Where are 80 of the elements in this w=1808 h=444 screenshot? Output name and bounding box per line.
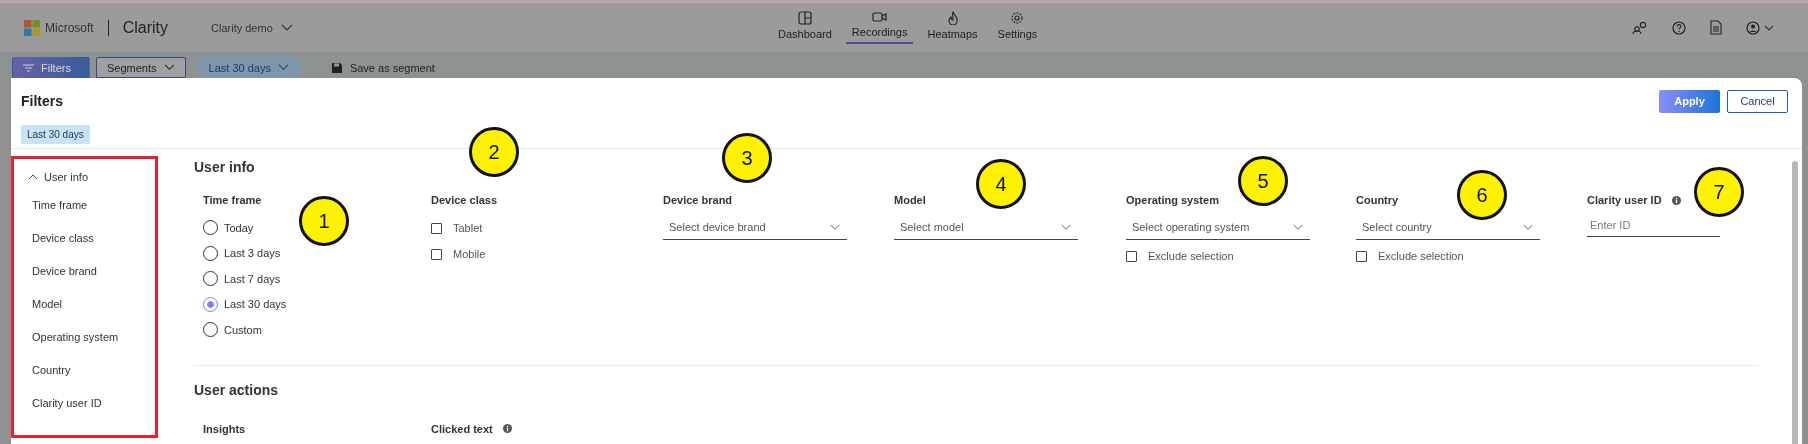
sidebar-group[interactable]: User info [28, 166, 155, 188]
annotation-marker: 7 [1694, 167, 1744, 217]
option-label: Last 30 days [224, 298, 287, 311]
option-label: Tablet [453, 222, 483, 234]
sidebar-item[interactable]: Clarity user ID [28, 386, 155, 419]
brand-name: Microsoft [45, 20, 94, 35]
sidebar-item[interactable]: Operating system [28, 320, 155, 353]
sidebar-item[interactable]: Device class [28, 221, 155, 254]
option-label: Exclude selection [1148, 250, 1234, 262]
info-icon[interactable] [502, 424, 512, 433]
nav-tab[interactable]: Dashboard [772, 9, 838, 44]
checkbox[interactable] [1126, 250, 1137, 262]
sidebar-item[interactable]: Model [28, 287, 155, 320]
microsoft-logo-icon [24, 19, 40, 36]
annotation-marker: 1 [299, 196, 349, 246]
option-label: Last 3 days [224, 247, 281, 260]
field-label: Model [894, 194, 926, 206]
field-label: Insights [203, 422, 246, 435]
dialog-title: Filters [21, 93, 63, 109]
sidebar-item[interactable]: Country [28, 353, 155, 386]
option-label: Exclude selection [1378, 250, 1464, 262]
account-icon[interactable] [1746, 20, 1776, 35]
save-segment-button[interactable]: Save as segment [319, 57, 446, 78]
chevron-icon [1292, 223, 1304, 231]
help-icon[interactable] [1672, 20, 1686, 35]
select-dropdown[interactable]: Select country [1356, 215, 1540, 240]
flame-icon [946, 11, 959, 25]
option-label: Custom [224, 323, 262, 336]
video-camera-icon [872, 11, 888, 23]
chevron-icon [829, 223, 841, 231]
chevron-icon [277, 64, 289, 71]
chevron-icon [163, 64, 175, 71]
field-label: Device brand [663, 194, 733, 206]
info-icon[interactable] [1671, 195, 1681, 205]
section-title: User info [194, 159, 255, 175]
sidebar-item[interactable]: Time frame [28, 188, 155, 221]
checkbox[interactable] [431, 222, 442, 234]
product-name: Clarity [122, 18, 169, 37]
filters-button[interactable]: Filters [12, 57, 90, 78]
document-icon[interactable] [1710, 20, 1722, 35]
date-range-dropdown[interactable]: Last 30 days [197, 57, 300, 78]
filter-chip[interactable]: Last 30 days [21, 125, 90, 144]
option-label: Mobile [453, 248, 486, 260]
field-label: Clicked text [431, 422, 493, 435]
caret-icon [28, 174, 38, 180]
nav-tab[interactable]: Recordings [845, 9, 914, 44]
section-title: User actions [194, 381, 279, 398]
project-dropdown[interactable]: Clarity demo [205, 20, 299, 35]
nav-tab[interactable]: Heatmaps [921, 9, 984, 44]
option-label: Last 7 days [224, 272, 281, 285]
select-dropdown[interactable]: Select device brand [663, 215, 847, 240]
annotation-marker: 3 [722, 133, 772, 183]
field-label: Country [1356, 194, 1399, 206]
sidebar-item[interactable]: Device brand [28, 254, 155, 287]
save-icon [330, 61, 343, 74]
annotation-marker: 2 [469, 127, 519, 177]
apply-button[interactable]: Apply [1659, 89, 1720, 113]
chevron-icon [1060, 223, 1072, 231]
checkbox[interactable] [1356, 250, 1367, 262]
chevron-icon [280, 23, 293, 32]
checkbox[interactable] [431, 248, 442, 260]
chevron-icon [1522, 223, 1534, 231]
settings-icon [1010, 11, 1025, 25]
field-label: Operating system [1126, 194, 1219, 206]
nav-tab[interactable]: Settings [991, 9, 1044, 44]
annotation-marker: 6 [1457, 170, 1507, 220]
option-label: Today [224, 221, 254, 234]
select-dropdown[interactable]: Select model [894, 215, 1078, 240]
field-label: Clarity user ID [1587, 194, 1662, 206]
annotation-marker: 5 [1238, 156, 1288, 206]
select-dropdown[interactable]: Select operating system [1126, 215, 1310, 240]
segments-dropdown[interactable]: Segments [96, 57, 186, 78]
filter-icon [23, 63, 34, 72]
radio-button[interactable] [203, 296, 218, 312]
field-label: Device class [431, 194, 498, 206]
people-icon[interactable] [1632, 20, 1648, 35]
field-label: Time frame [203, 194, 262, 206]
dashboard-icon [797, 11, 812, 25]
annotation-marker: 4 [976, 159, 1026, 209]
cancel-button[interactable]: Cancel [1727, 89, 1788, 113]
